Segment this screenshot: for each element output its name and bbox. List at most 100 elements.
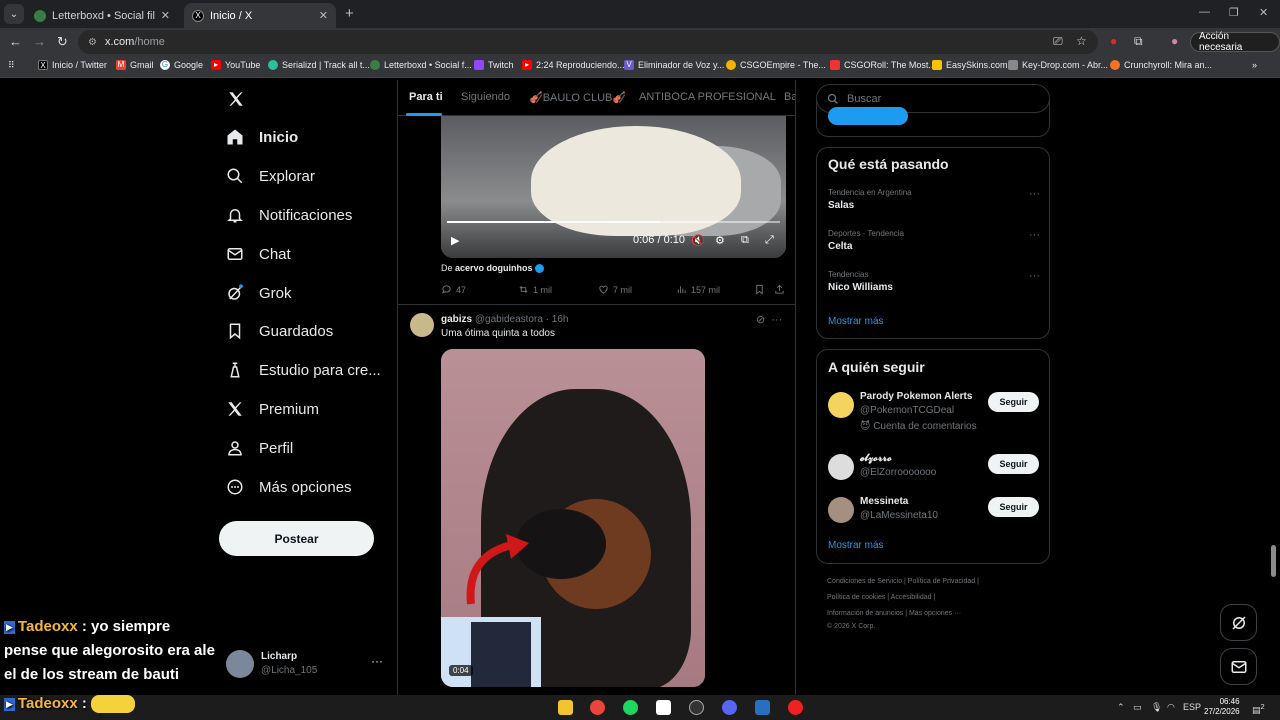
bookmark-item[interactable]: CSGOEmpire - The... bbox=[726, 60, 826, 70]
sidebar-item-perfil[interactable]: Perfil bbox=[226, 439, 293, 457]
views-button[interactable]: 157 mil bbox=[676, 284, 720, 295]
like-button[interactable]: 7 mil bbox=[598, 284, 632, 295]
bookmark-item[interactable]: Twitch bbox=[474, 60, 514, 70]
messages-fab-button[interactable] bbox=[1220, 648, 1257, 685]
sidebar-item-grok[interactable]: Grok bbox=[226, 284, 292, 302]
more-dots-icon[interactable]: ··· bbox=[1029, 188, 1040, 200]
fullscreen-icon[interactable]: ⤢ bbox=[765, 234, 774, 247]
bookmark-star-icon[interactable]: ☆ bbox=[1076, 34, 1087, 48]
recorder-icon[interactable] bbox=[788, 700, 803, 715]
bookmark-item[interactable]: Serializd | Track all t... bbox=[268, 60, 370, 70]
share-button[interactable] bbox=[774, 284, 785, 295]
tweet-media[interactable]: 0:04 bbox=[441, 349, 705, 687]
follow-button[interactable]: Seguir bbox=[988, 392, 1039, 412]
app-icon[interactable] bbox=[755, 700, 770, 715]
account-switcher[interactable]: Licharp @Licha_105 ··· bbox=[226, 648, 396, 680]
close-icon[interactable]: ✕ bbox=[161, 9, 170, 22]
more-dots-icon[interactable]: ··· bbox=[1029, 229, 1040, 241]
follow-suggestion[interactable]: Parody Pokemon Alerts @PokemonTCGDeal 😈 … bbox=[828, 390, 1040, 432]
tab-para-ti[interactable]: Para ti bbox=[409, 91, 443, 103]
chrome-icon[interactable] bbox=[590, 700, 605, 715]
tray-mic-icon[interactable]: 🎙 bbox=[1151, 702, 1162, 713]
action-required-button[interactable]: Acción necesaria bbox=[1190, 31, 1280, 53]
site-info-icon[interactable]: ⚙ bbox=[88, 37, 97, 48]
sidebar-item-mas-opciones[interactable]: Más opciones bbox=[226, 478, 352, 496]
video-player[interactable]: ▶ 0:06 / 0:10 🔇 ⚙ ⧉ ⤢ bbox=[441, 116, 786, 258]
trend-item[interactable]: Deportes · Tendencia Celta ··· bbox=[828, 229, 1040, 252]
bookmark-item[interactable]: V Eliminador de Voz y... bbox=[624, 60, 724, 70]
grok-icon[interactable]: ⊘ bbox=[756, 314, 765, 326]
tab-letterboxd[interactable]: Letterboxd • Social film discove ✕ bbox=[26, 3, 178, 28]
pip-icon[interactable]: ⧉ bbox=[741, 234, 749, 247]
reload-icon[interactable]: ↻ bbox=[57, 34, 68, 50]
bookmark-item[interactable]: X Inicio / Twitter bbox=[38, 60, 107, 70]
more-dots-icon[interactable]: ··· bbox=[1029, 270, 1040, 282]
sidebar-item-estudio[interactable]: Estudio para cre... bbox=[226, 361, 381, 379]
install-icon[interactable]: ⎚ bbox=[1053, 34, 1063, 49]
bookmark-item[interactable]: G Google bbox=[160, 60, 203, 70]
trend-item[interactable]: Tendencias Nico Williams ··· bbox=[828, 270, 1040, 293]
repost-button[interactable]: 1 mil bbox=[518, 284, 552, 295]
notepad-icon[interactable] bbox=[656, 700, 671, 715]
x-logo-icon[interactable] bbox=[227, 90, 245, 108]
video-progress-bar[interactable] bbox=[447, 221, 780, 223]
tab-search-button[interactable]: ⌄ bbox=[4, 4, 24, 24]
sidebar-item-notificaciones[interactable]: Notificaciones bbox=[226, 206, 352, 224]
clock[interactable]: 06:46 27/2/2026 bbox=[1204, 697, 1240, 717]
tweet-time[interactable]: · 16h bbox=[546, 314, 569, 325]
apps-icon[interactable]: ⠿ bbox=[8, 60, 15, 71]
close-window-icon[interactable]: ✕ bbox=[1259, 6, 1268, 19]
source-account[interactable]: acervo doguinhos bbox=[455, 263, 533, 273]
footer-links[interactable]: Política de cookies | Accesibilidad | bbox=[827, 594, 935, 601]
bookmark-item[interactable]: ▸ YouTube bbox=[211, 60, 260, 70]
extensions-puzzle-icon[interactable]: ⧉ bbox=[1134, 34, 1143, 49]
subscribe-button[interactable] bbox=[828, 107, 908, 125]
show-more-trends-link[interactable]: Mostrar más bbox=[828, 316, 884, 327]
bookmark-item[interactable]: EasySkins.com bbox=[932, 60, 1008, 70]
bookmark-item[interactable]: ▸ 2:24 Reproduciendo... bbox=[522, 60, 625, 70]
sidebar-item-premium[interactable]: Premium bbox=[226, 400, 319, 418]
sidebar-item-guardados[interactable]: Guardados bbox=[226, 322, 333, 340]
file-explorer-icon[interactable] bbox=[558, 700, 573, 715]
play-icon[interactable]: ▶ bbox=[451, 234, 459, 247]
back-icon[interactable]: ← bbox=[9, 34, 22, 49]
follow-button[interactable]: Seguir bbox=[988, 497, 1039, 517]
reply-button[interactable]: 47 bbox=[441, 284, 466, 295]
tweet-author-handle[interactable]: @gabideastora bbox=[475, 314, 543, 325]
restore-icon[interactable]: ❐ bbox=[1229, 6, 1239, 19]
bookmark-button[interactable] bbox=[754, 284, 765, 295]
bookmark-item[interactable]: Letterboxd • Social f... bbox=[370, 60, 472, 70]
footer-links[interactable]: Condiciones de Servicio | Política de Pr… bbox=[827, 578, 979, 585]
tray-chevron-icon[interactable]: ⌃ bbox=[1117, 702, 1125, 713]
follow-button[interactable]: Seguir bbox=[988, 454, 1039, 474]
follow-suggestion[interactable]: 𝓮𝓵𝔃𝓸𝓻𝓻𝓸 @ElZorrooooooo Seguir bbox=[828, 452, 1040, 486]
bookmark-item[interactable]: M Gmail bbox=[116, 60, 154, 70]
sidebar-item-explorar[interactable]: Explorar bbox=[226, 167, 315, 185]
obs-icon[interactable] bbox=[689, 700, 704, 715]
bookmark-item[interactable]: Key-Drop.com - Abr... bbox=[1008, 60, 1108, 70]
spotify-icon[interactable] bbox=[623, 700, 638, 715]
tab-x-home[interactable]: X Inicio / X ✕ bbox=[184, 3, 336, 28]
more-bookmarks-icon[interactable]: » bbox=[1252, 60, 1257, 70]
tweet[interactable]: gabizs @gabideastora · 16h ⊘ ··· Uma óti… bbox=[398, 305, 795, 695]
scrollbar-thumb[interactable] bbox=[1271, 545, 1276, 577]
tray-network-icon[interactable]: ▭ bbox=[1133, 702, 1142, 713]
discord-icon[interactable] bbox=[722, 700, 737, 715]
post-button[interactable]: Postear bbox=[219, 521, 374, 556]
tweet-author-name[interactable]: gabizs bbox=[441, 314, 472, 325]
tab-overflow[interactable]: Ba bbox=[784, 91, 795, 103]
settings-icon[interactable]: ⚙ bbox=[715, 234, 725, 247]
forward-icon[interactable]: → bbox=[33, 34, 46, 49]
extension-icon[interactable]: ● bbox=[1110, 34, 1117, 48]
tab-antiboca[interactable]: ANTIBOCA PROFESIONAL bbox=[639, 91, 776, 103]
follow-suggestion[interactable]: Messineta @LaMessineta10 Seguir bbox=[828, 495, 1040, 529]
avatar[interactable] bbox=[410, 313, 434, 337]
notification-center-icon[interactable]: ▤2 bbox=[1252, 702, 1265, 716]
tray-wifi-icon[interactable]: ◠ bbox=[1167, 702, 1175, 713]
language-indicator[interactable]: ESP bbox=[1183, 702, 1201, 712]
trend-item[interactable]: Tendencia en Argentina Salas ··· bbox=[828, 188, 1040, 211]
sidebar-item-chat[interactable]: Chat bbox=[226, 245, 291, 263]
show-more-follow-link[interactable]: Mostrar más bbox=[828, 540, 884, 551]
footer-links[interactable]: Información de anuncios | Más opciones ·… bbox=[827, 610, 961, 617]
close-icon[interactable]: ✕ bbox=[319, 9, 328, 22]
